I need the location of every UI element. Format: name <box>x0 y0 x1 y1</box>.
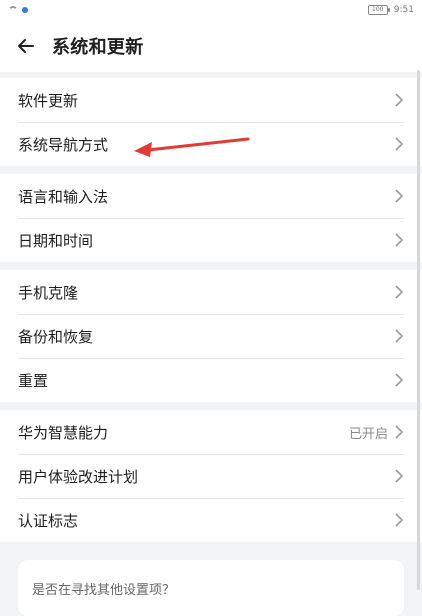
menu-item-certification[interactable]: 认证标志 <box>0 498 422 542</box>
menu-item-label: 备份和恢复 <box>18 327 94 346</box>
menu-item-label: 系统导航方式 <box>18 135 109 154</box>
scrollbar[interactable] <box>417 70 420 590</box>
status-left <box>8 6 28 14</box>
chevron-right-icon <box>394 329 404 343</box>
chevron-right-icon <box>394 513 404 527</box>
menu-item-label: 用户体验改进计划 <box>18 467 139 486</box>
chevron-right-icon <box>394 373 404 387</box>
status-right: 100 9:51 <box>367 5 414 15</box>
app-header: 系统和更新 <box>0 20 422 72</box>
status-bar: 100 9:51 <box>0 0 422 20</box>
menu-item-language-input[interactable]: 语言和输入法 <box>0 174 422 218</box>
settings-group-3: 手机克隆 备份和恢复 重置 <box>0 270 422 402</box>
menu-item-phone-clone[interactable]: 手机克隆 <box>0 270 422 314</box>
menu-item-label: 认证标志 <box>18 511 79 530</box>
annotation-arrow-icon <box>134 137 250 157</box>
menu-item-date-time[interactable]: 日期和时间 <box>0 218 422 262</box>
group-spacer <box>0 166 422 174</box>
menu-item-huawei-smart[interactable]: 华为智慧能力 已开启 <box>0 410 422 454</box>
menu-item-label: 重置 <box>18 371 49 390</box>
chevron-right-icon <box>394 285 404 299</box>
status-time: 9:51 <box>393 5 414 15</box>
menu-item-label: 华为智慧能力 <box>18 423 109 442</box>
group-spacer <box>0 262 422 270</box>
group-spacer <box>0 402 422 410</box>
menu-item-status: 已开启 <box>348 426 388 442</box>
menu-item-label: 软件更新 <box>18 91 79 110</box>
menu-item-reset[interactable]: 重置 <box>0 358 422 402</box>
menu-item-label: 语言和输入法 <box>18 187 109 206</box>
settings-group-4: 华为智慧能力 已开启 用户体验改进计划 认证标志 <box>0 410 422 542</box>
chevron-right-icon <box>394 469 404 483</box>
battery-icon: 100 <box>367 5 390 15</box>
settings-group-2: 语言和输入法 日期和时间 <box>0 174 422 262</box>
search-suggestion-card[interactable]: 是否在寻找其他设置项？ <box>18 560 404 616</box>
menu-item-software-update[interactable]: 软件更新 <box>0 78 422 122</box>
chevron-right-icon <box>394 233 404 247</box>
chevron-right-icon <box>394 425 404 439</box>
menu-item-user-experience[interactable]: 用户体验改进计划 <box>0 454 422 498</box>
menu-item-backup-restore[interactable]: 备份和恢复 <box>0 314 422 358</box>
chevron-right-icon <box>394 93 404 107</box>
page-title: 系统和更新 <box>52 37 144 58</box>
menu-item-label: 日期和时间 <box>18 231 94 250</box>
menu-item-label: 手机克隆 <box>18 283 79 302</box>
notification-dot-icon <box>22 7 28 13</box>
wifi-icon <box>8 6 18 14</box>
chevron-right-icon <box>394 189 404 203</box>
back-arrow-icon[interactable] <box>16 36 36 56</box>
search-suggestion-text: 是否在寻找其他设置项？ <box>32 582 176 598</box>
chevron-right-icon <box>394 137 404 151</box>
